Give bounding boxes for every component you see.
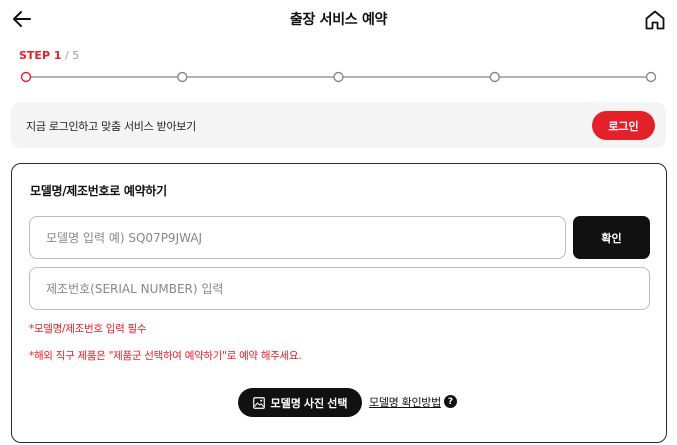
home-button[interactable] (643, 8, 667, 32)
model-name-input[interactable] (29, 216, 566, 259)
step-progress (20, 71, 657, 83)
card-title: 모델명/제조번호로 예약하기 (30, 184, 167, 198)
step-dot-2 (177, 71, 188, 83)
page-title: 출장 서비스 예약 (289, 12, 388, 28)
step-current: STEP 1 (19, 49, 62, 62)
step-total: 5 (72, 49, 80, 62)
login-banner: 지금 로그인하고 맞춤 서비스 받아보기 로그인 (11, 102, 666, 148)
step-dot-3 (333, 71, 344, 83)
how-to-check-link[interactable]: 모델명 확인방법 (369, 394, 441, 410)
header: 출장 서비스 예약 (0, 0, 677, 40)
step-dot-4 (489, 71, 500, 83)
step-separator: / (61, 49, 73, 62)
step-dot-5 (645, 71, 657, 83)
question-icon[interactable]: ? (444, 395, 457, 408)
step-dot-1 (20, 71, 32, 83)
model-photo-label: 모델명 사진 선택 (270, 397, 348, 410)
model-photo-button[interactable]: 모델명 사진 선택 (238, 388, 362, 417)
serial-number-input[interactable] (29, 267, 650, 310)
model-reservation-card: 모델명/제조번호로 예약하기 확인 *모델명/제조번호 입력 필수 *해외 직구… (11, 163, 667, 443)
login-banner-text: 지금 로그인하고 맞춤 서비스 받아보기 (26, 120, 196, 133)
overseas-note: *해외 직구 제품은 "제품군 선택하여 예약하기"로 예약 해주세요. (29, 350, 302, 362)
home-icon (645, 10, 665, 30)
required-note: *모델명/제조번호 입력 필수 (29, 323, 147, 335)
image-icon (252, 396, 265, 409)
confirm-button[interactable]: 확인 (573, 216, 650, 259)
step-indicator: STEP 1 / 5 (19, 49, 79, 62)
login-button[interactable]: 로그인 (592, 111, 655, 140)
